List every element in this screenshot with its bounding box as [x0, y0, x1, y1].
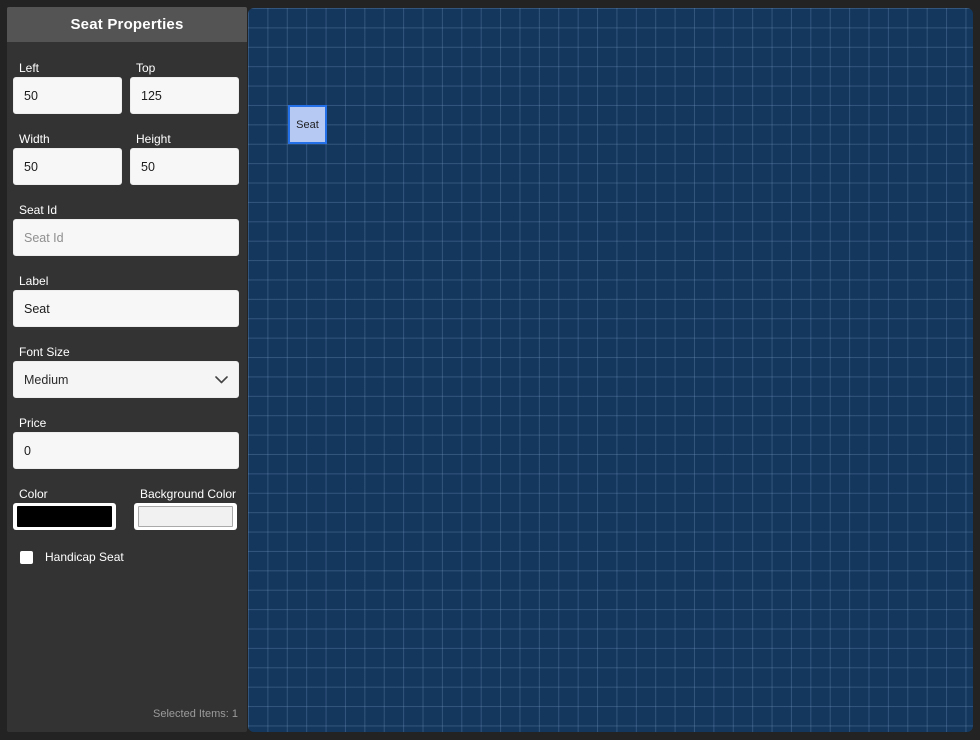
seat-element[interactable]: Seat: [288, 105, 327, 144]
color-label: Color: [19, 487, 48, 501]
panel-header: Seat Properties: [7, 7, 247, 42]
font-size-select[interactable]: Medium: [13, 361, 239, 398]
chevron-down-icon: [215, 375, 228, 384]
price-input[interactable]: [13, 432, 239, 469]
seat-design-canvas[interactable]: Seat: [248, 8, 973, 732]
top-label: Top: [136, 61, 156, 75]
handicap-seat-label: Handicap Seat: [45, 550, 124, 564]
selected-items-status: Selected Items: 1: [153, 708, 238, 720]
seat-id-label: Seat Id: [19, 203, 58, 217]
label-label: Label: [19, 274, 49, 288]
color-swatch: [17, 506, 112, 527]
left-label: Left: [19, 61, 40, 75]
background-color-swatch: [138, 506, 233, 527]
width-input[interactable]: [13, 148, 122, 185]
font-size-label: Font Size: [19, 345, 70, 359]
seat-properties-panel: Seat Properties Left Top Width Height: [7, 7, 247, 732]
panel-title: Seat Properties: [70, 16, 184, 33]
width-label: Width: [19, 132, 50, 146]
font-size-selected-value: Medium: [24, 372, 69, 387]
handicap-seat-row: Handicap Seat: [20, 550, 241, 564]
height-label: Height: [136, 132, 171, 146]
left-input[interactable]: [13, 77, 122, 114]
seat-element-label: Seat: [296, 118, 319, 131]
seat-id-input[interactable]: [13, 219, 239, 256]
height-input[interactable]: [130, 148, 239, 185]
top-input[interactable]: [130, 77, 239, 114]
price-label: Price: [19, 416, 47, 430]
background-color-picker[interactable]: [134, 503, 237, 530]
color-picker[interactable]: [13, 503, 116, 530]
seat-properties-form: Left Top Width Height Seat Id: [7, 42, 247, 564]
label-input[interactable]: [13, 290, 239, 327]
handicap-seat-checkbox[interactable]: [20, 550, 33, 564]
background-color-label: Background Color: [140, 487, 237, 501]
